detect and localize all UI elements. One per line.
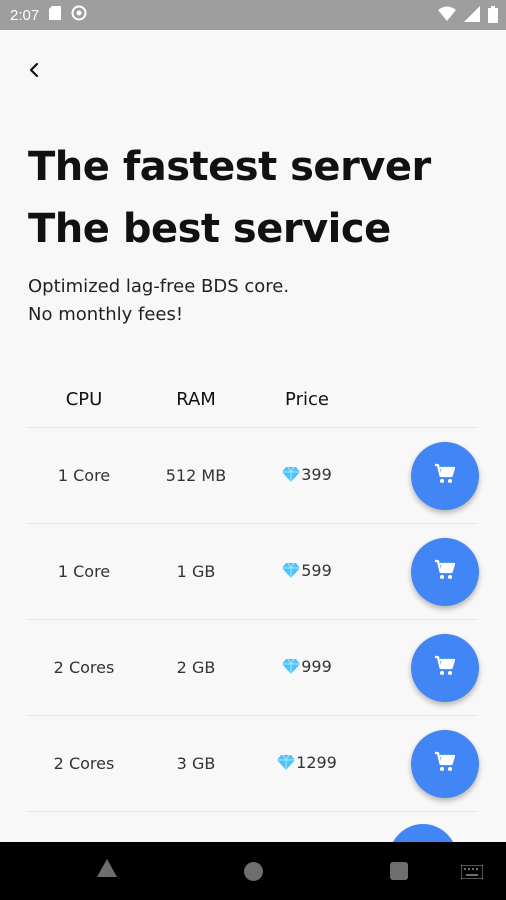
navigation-bar	[0, 842, 506, 900]
price-cell: 999	[252, 657, 362, 678]
shopping-cart-icon	[433, 558, 457, 586]
table-row: 1 Core 1 GB 599	[28, 524, 479, 620]
shopping-cart-icon	[433, 462, 457, 490]
headline-line-2: The best service	[28, 206, 391, 252]
pricing-table: CPU RAM Price 1 Core 512 MB 399 1 Core 1…	[28, 372, 479, 812]
buy-button[interactable]	[411, 729, 479, 798]
ram-cell: 2 GB	[176, 658, 216, 677]
buy-button[interactable]	[411, 537, 479, 606]
table-header: CPU RAM Price	[28, 372, 478, 428]
column-header-ram: RAM	[176, 389, 216, 410]
diamond-gem-icon	[282, 658, 301, 678]
diamond-gem-icon	[282, 466, 301, 486]
page-subtitle: Optimized lag-free BDS core. No monthly …	[28, 273, 488, 329]
ram-cell: 1 GB	[176, 562, 216, 581]
keyboard-icon[interactable]	[460, 864, 484, 883]
signal-icon	[464, 6, 480, 27]
back-button[interactable]	[20, 58, 48, 86]
sync-icon	[71, 5, 87, 25]
subtitle-line-1: Optimized lag-free BDS core.	[28, 276, 290, 297]
sd-card-icon	[49, 6, 62, 24]
nav-back-icon[interactable]	[96, 858, 118, 882]
cpu-cell: 2 Cores	[53, 754, 115, 773]
buy-button[interactable]	[411, 441, 479, 510]
table-row: 2 Cores 3 GB 1299	[28, 716, 479, 812]
subtitle-line-2: No monthly fees!	[28, 304, 184, 325]
price-cell: 599	[252, 561, 362, 582]
price-value: 399	[301, 465, 332, 484]
price-value: 999	[301, 657, 332, 676]
status-time: 2:07	[10, 6, 40, 24]
price-cell: 1299	[252, 753, 362, 774]
shopping-cart-icon	[433, 750, 457, 778]
nav-home-icon[interactable]	[244, 862, 263, 881]
price-cell: 399	[252, 465, 362, 486]
cpu-cell: 2 Cores	[53, 658, 115, 677]
status-bar: 2:07	[0, 0, 506, 30]
shopping-cart-icon	[433, 654, 457, 682]
battery-icon	[488, 6, 498, 27]
diamond-gem-icon	[277, 754, 296, 774]
buy-button[interactable]	[411, 633, 479, 702]
column-header-price: Price	[285, 389, 329, 410]
nav-recents-icon[interactable]	[390, 862, 408, 880]
table-row: 1 Core 512 MB 399	[28, 428, 479, 524]
price-value: 599	[301, 561, 332, 580]
ram-cell: 512 MB	[165, 466, 227, 485]
table-row: 2 Cores 2 GB 999	[28, 620, 479, 716]
cpu-cell: 1 Core	[57, 562, 111, 581]
wifi-icon	[438, 6, 456, 27]
diamond-gem-icon	[282, 562, 301, 582]
column-header-cpu: CPU	[65, 389, 103, 410]
price-value: 1299	[296, 753, 337, 772]
chevron-left-icon	[28, 62, 40, 82]
headline-line-1: The fastest server	[28, 144, 431, 190]
page-title: The fastest server The best service	[28, 136, 498, 260]
ram-cell: 3 GB	[176, 754, 216, 773]
cpu-cell: 1 Core	[57, 466, 111, 485]
